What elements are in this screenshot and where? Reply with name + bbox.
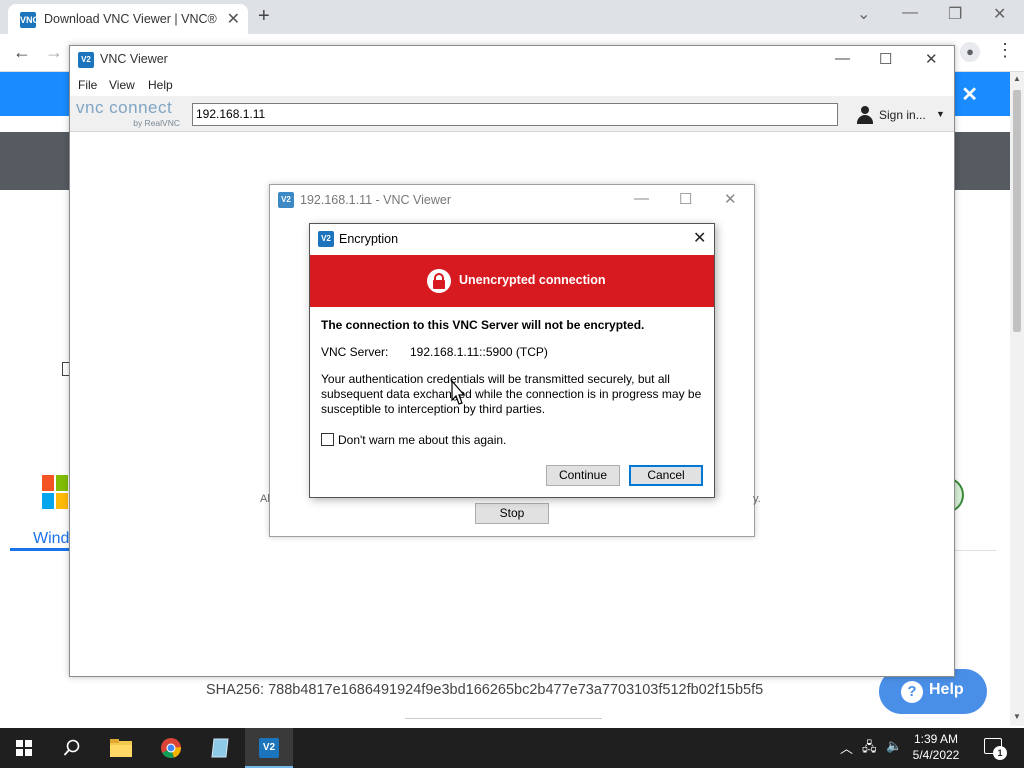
lock-icon xyxy=(427,269,451,293)
windows-taskbar: V2 ︿ 🖧 🔈 1:39 AM 5/4/2022 1 xyxy=(0,728,1024,768)
scroll-down-icon[interactable]: ▼ xyxy=(1013,712,1021,721)
chrome-icon xyxy=(161,738,181,758)
browser-menu-icon[interactable]: ⋮ xyxy=(996,40,1014,61)
browser-tab-strip: VNC Download VNC Viewer | VNC® C ✕ + ⌄ —… xyxy=(0,0,1024,34)
scrollbar-thumb[interactable] xyxy=(1013,90,1021,332)
divider xyxy=(954,550,996,551)
scroll-up-icon[interactable]: ▲ xyxy=(1013,74,1021,83)
menu-bar: File View Help xyxy=(70,74,954,96)
notepad-icon xyxy=(211,738,229,758)
network-icon[interactable]: 🖧 xyxy=(862,738,877,760)
menu-view[interactable]: View xyxy=(109,78,135,92)
encryption-dialog: V2 Encryption ✕ Unencrypted connection T… xyxy=(309,223,715,498)
tab-search-icon[interactable]: ⌄ xyxy=(857,4,870,24)
vnc-viewer-taskbar-button[interactable]: V2 xyxy=(245,728,293,768)
profile-icon[interactable]: ● xyxy=(960,42,980,62)
question-icon: ? xyxy=(901,681,923,703)
mouse-cursor-icon xyxy=(451,380,465,405)
system-clock[interactable]: 1:39 AM 5/4/2022 xyxy=(905,731,967,763)
windows-logo-icon[interactable] xyxy=(42,475,70,511)
warning-banner: Unencrypted connection xyxy=(310,255,714,307)
address-input[interactable]: 192.168.1.11 xyxy=(192,103,838,126)
clock-time: 1:39 AM xyxy=(913,732,959,746)
vnc-app-icon: V2 xyxy=(278,192,294,208)
dont-warn-label[interactable]: Don't warn me about this again. xyxy=(338,433,506,447)
notification-badge: 1 xyxy=(993,746,1007,760)
help-button-label: Help xyxy=(929,681,964,698)
maximize-button[interactable]: ☐ xyxy=(879,50,892,68)
dialog-body-text: Your authentication credentials will be … xyxy=(321,372,702,416)
dialog-title: Encryption xyxy=(339,232,399,246)
user-icon xyxy=(856,106,874,124)
browser-tab-title: Download VNC Viewer | VNC® C xyxy=(44,12,220,26)
browser-close-button[interactable]: ✕ xyxy=(993,4,1006,24)
server-value: 192.168.1.11::5900 (TCP) xyxy=(410,345,548,359)
menu-file[interactable]: File xyxy=(78,78,97,92)
browser-tab[interactable]: VNC Download VNC Viewer | VNC® C ✕ xyxy=(8,4,248,34)
dropdown-caret-icon[interactable]: ▼ xyxy=(936,109,945,119)
maximize-button[interactable]: ☐ xyxy=(679,190,692,208)
logo-text: vnc connect xyxy=(76,98,173,117)
dialog-heading: The connection to this VNC Server will n… xyxy=(321,318,645,332)
vnc-viewer-titlebar[interactable]: V2 VNC Viewer — ☐ ✕ xyxy=(70,46,954,74)
vnc-favicon-icon: VNC xyxy=(20,12,39,28)
clock-date: 5/4/2022 xyxy=(912,748,960,762)
logo-byline: by RealVNC xyxy=(133,118,180,128)
sha256-checksum: SHA256: 788b4817e1686491924f9e3bd166265b… xyxy=(206,682,764,698)
vnc-app-icon: V2 xyxy=(78,52,94,68)
vnc-viewer-title: VNC Viewer xyxy=(100,52,168,66)
vnc-app-icon: V2 xyxy=(259,738,279,758)
file-explorer-button[interactable] xyxy=(97,728,145,768)
browser-restore-button[interactable]: ❐ xyxy=(948,4,962,24)
windows-platform-tab[interactable]: Wind xyxy=(33,530,69,548)
browser-minimize-button[interactable]: — xyxy=(902,4,918,22)
close-button[interactable]: ✕ xyxy=(724,190,737,208)
windows-start-icon xyxy=(16,740,32,756)
vnc-toolbar: vnc connect by RealVNC 192.168.1.11 Sign… xyxy=(70,96,954,132)
dialog-close-button[interactable]: ✕ xyxy=(693,228,706,248)
vnc-app-icon: V2 xyxy=(318,231,334,247)
status-text-fragment: Al xyxy=(260,493,270,505)
search-icon xyxy=(63,739,80,756)
divider xyxy=(405,718,602,719)
status-text-fragment: y. xyxy=(753,493,761,505)
banner-close-icon[interactable]: ✕ xyxy=(961,82,978,107)
warning-banner-title: Unencrypted connection xyxy=(459,273,606,287)
forward-arrow-icon[interactable]: → xyxy=(45,42,63,63)
session-title: 192.168.1.11 - VNC Viewer xyxy=(300,193,452,207)
search-button[interactable] xyxy=(48,728,96,768)
volume-icon[interactable]: 🔈 xyxy=(886,738,902,754)
start-button[interactable] xyxy=(0,728,48,768)
close-button[interactable]: ✕ xyxy=(925,50,938,68)
server-label: VNC Server: xyxy=(321,345,389,359)
app-button[interactable] xyxy=(196,728,244,768)
new-tab-button[interactable]: + xyxy=(258,5,270,28)
active-tab-underline xyxy=(10,548,70,551)
back-arrow-icon[interactable]: ← xyxy=(13,42,31,63)
minimize-button[interactable]: — xyxy=(835,50,850,67)
tab-close-icon[interactable]: ✕ xyxy=(227,9,240,29)
vnc-connect-logo: vnc connect by RealVNC xyxy=(76,98,186,130)
dont-warn-checkbox[interactable] xyxy=(321,433,334,446)
folder-icon xyxy=(110,739,132,757)
chrome-button[interactable] xyxy=(147,728,195,768)
menu-help[interactable]: Help xyxy=(148,78,173,92)
sign-in-label: Sign in... xyxy=(879,108,926,122)
cancel-button[interactable]: Cancel xyxy=(629,465,703,486)
continue-button[interactable]: Continue xyxy=(546,465,620,486)
sign-in-button[interactable]: Sign in... ▼ xyxy=(856,106,948,124)
show-hidden-icons[interactable]: ︿ xyxy=(840,738,853,757)
page-scrollbar[interactable]: ▲ ▼ xyxy=(1010,72,1024,726)
stop-button[interactable]: Stop xyxy=(475,503,549,524)
minimize-button[interactable]: — xyxy=(634,190,649,207)
